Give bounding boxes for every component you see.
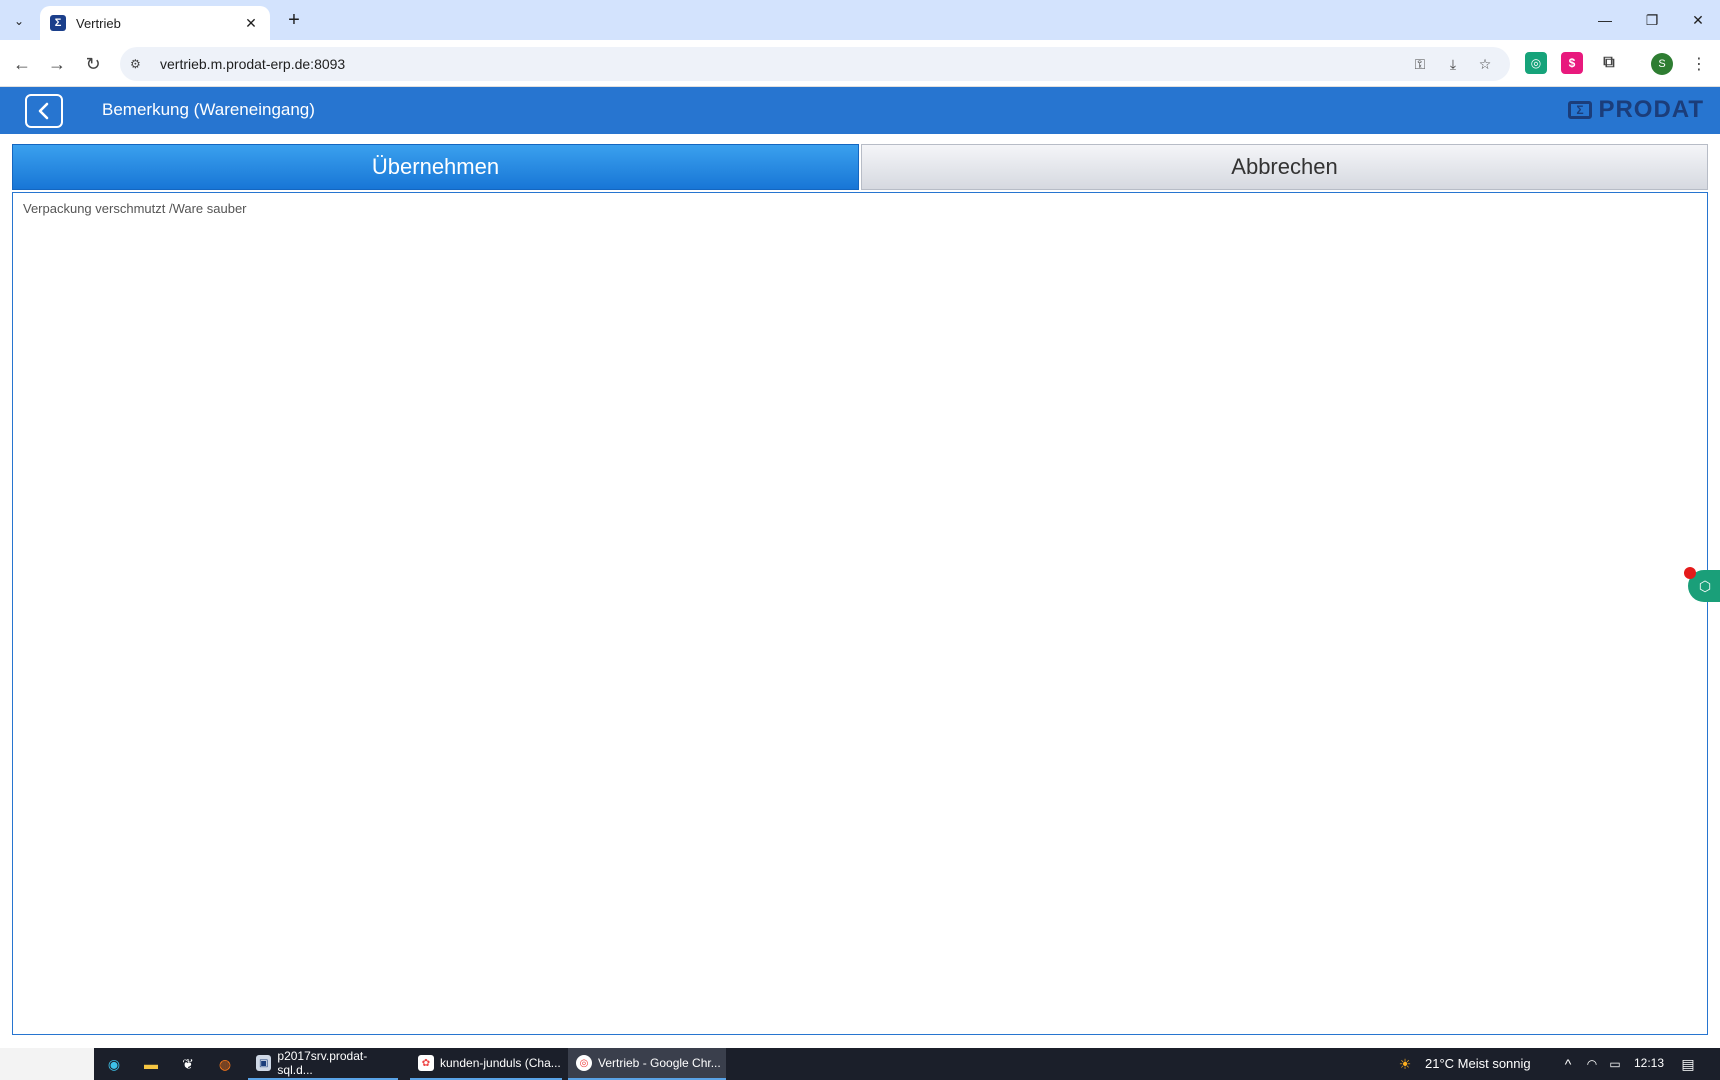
new-tab-button[interactable]: + [282,8,306,32]
chat-app-icon: ✿ [418,1055,434,1071]
clock-time[interactable]: 12:13 [1634,1056,1664,1070]
brand-name: PRODAT [1598,96,1704,123]
battery-icon[interactable]: ▭ [1605,1054,1625,1074]
hexagon-icon: ⬡ [1698,577,1712,594]
extensions-puzzle-icon[interactable]: ⧉ [1598,52,1620,74]
cancel-button[interactable]: Abbrechen [861,144,1708,190]
notification-dot [1684,567,1696,579]
password-key-icon[interactable]: ⚿ [1410,54,1430,74]
app-header: Bemerkung (Wareneingang) Σ PRODAT [0,87,1720,134]
browser-menu-icon[interactable]: ⋮ [1690,52,1708,76]
minimize-icon[interactable]: — [1590,8,1620,32]
network-icon[interactable]: ◠ [1582,1054,1602,1074]
prodat-mark-icon: Σ [1568,101,1593,119]
taskbar-app-chrome[interactable]: ◎ Vertrieb - Google Chr... [568,1048,726,1080]
accept-button[interactable]: Übernehmen [12,144,859,190]
browser-toolbar: ← → ↻ ⚙ vertrieb.m.prodat-erp.de:8093 ⚿ … [0,40,1720,87]
window-close-icon[interactable]: ✕ [1683,8,1713,32]
site-info-icon[interactable]: ⚙ [130,57,148,71]
weather-text[interactable]: 21°C Meist sonnig [1425,1056,1531,1071]
reload-icon[interactable]: ↻ [80,51,106,77]
prodat-favicon-icon: Σ [50,15,66,31]
restore-icon[interactable]: ❐ [1637,8,1667,32]
taskbar-app-label: p2017srv.prodat-sql.d... [277,1049,368,1077]
tab-title: Vertrieb [76,15,121,31]
back-arrow-icon[interactable]: ← [9,51,35,77]
page-title: Bemerkung (Wareneingang) [102,100,315,119]
firefox-icon[interactable]: ◍ [215,1054,235,1074]
chevron-left-icon [38,102,49,120]
prodat-logo: Σ PRODAT [1568,96,1704,124]
extension-pink-icon[interactable]: $ [1561,52,1583,74]
browser-tabstrip: ⌄ Σ Vertrieb ✕ + — ❐ ✕ [0,0,1720,40]
tray-chevron-up-icon[interactable]: ^ [1558,1054,1578,1074]
extension-green-icon[interactable]: ◎ [1525,52,1547,74]
install-app-icon[interactable]: ⤓ [1443,54,1463,74]
back-button[interactable] [25,94,63,128]
file-explorer-icon[interactable]: ▬ [141,1054,161,1074]
taskbar-app-label: Vertrieb - Google Chr... [598,1056,721,1070]
profile-avatar[interactable]: S [1651,53,1673,75]
remote-desktop-icon: ▣ [256,1055,272,1071]
taskbar-app-remote-desktop[interactable]: ▣ p2017srv.prodat-sql.d... [248,1048,398,1080]
forward-arrow-icon[interactable]: → [44,51,70,77]
tab-close-icon[interactable]: ✕ [242,15,260,32]
taskbar-app-chat[interactable]: ✿ kunden-junduls (Cha... [410,1048,562,1080]
action-bar: Übernehmen Abbrechen [12,144,1708,190]
edge-icon[interactable]: ◉ [104,1054,124,1074]
windows-taskbar: ◉ ▬ ❦ ◍ ▣ p2017srv.prodat-sql.d... ✿ kun… [0,1048,1720,1080]
app-shield-icon[interactable]: ❦ [178,1054,198,1074]
chrome-icon: ◎ [576,1055,592,1071]
bookmark-star-icon[interactable]: ☆ [1475,54,1495,74]
notification-center-icon[interactable]: ▤ [1678,1054,1698,1074]
browser-tab-vertrieb[interactable]: Σ Vertrieb ✕ [40,6,270,40]
tab-search-chevron-icon[interactable]: ⌄ [7,9,31,33]
weather-sun-icon[interactable]: ☀ [1395,1054,1415,1074]
taskbar-app-label: kunden-junduls (Cha... [440,1056,561,1070]
remark-textarea[interactable] [12,192,1708,1035]
taskbar-search-area[interactable] [0,1048,94,1080]
address-bar[interactable]: ⚙ vertrieb.m.prodat-erp.de:8093 ⚿ ⤓ ☆ [120,47,1510,81]
url-text: vertrieb.m.prodat-erp.de:8093 [160,56,346,72]
